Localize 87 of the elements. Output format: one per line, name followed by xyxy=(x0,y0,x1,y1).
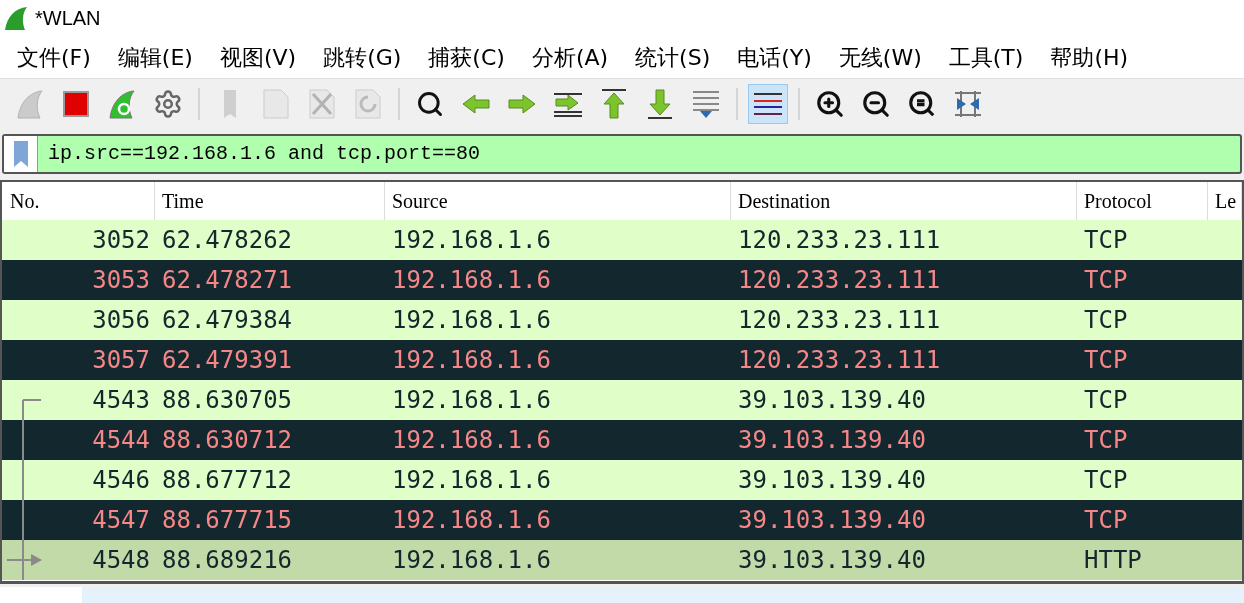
zoom-out-icon xyxy=(861,88,891,119)
table-cell-text: 62.479384 xyxy=(161,305,294,336)
up-arrow-icon xyxy=(600,87,628,120)
packet-row[interactable]: 4544 88.630712 192.168.1.6 39.103.139.40 TCP xyxy=(2,420,1242,460)
table-cell-text: 192.168.1.6 xyxy=(391,465,552,496)
table-cell-text: 192.168.1.6 xyxy=(391,345,552,376)
table-cell-text: 192.168.1.6 xyxy=(391,425,552,456)
table-cell-text: 62.478271 xyxy=(161,265,294,296)
table-cell-text: 39.103.139.40 xyxy=(737,465,927,496)
table-cell-text: 88.677715 xyxy=(161,505,294,536)
menu-item[interactable]: 统计(S) xyxy=(626,40,720,74)
table-cell-text: 4543 xyxy=(91,385,151,416)
table-cell-text: TCP xyxy=(1083,305,1129,336)
menu-item[interactable]: 分析(A) xyxy=(522,40,618,74)
table-cell-text: 192.168.1.6 xyxy=(391,385,552,416)
table-cell-text: 192.168.1.6 xyxy=(391,305,552,336)
down-arrow-icon xyxy=(646,87,674,120)
table-cell-text: 3052 xyxy=(91,225,151,256)
table-cell-text: 39.103.139.40 xyxy=(737,385,927,416)
packet-row[interactable]: 4547 88.677715 192.168.1.6 39.103.139.40 TCP xyxy=(2,500,1242,540)
table-cell-text: TCP xyxy=(1083,465,1129,496)
table-cell-text: 62.478262 xyxy=(161,225,294,256)
colored-lines-icon xyxy=(753,90,783,117)
packet-row[interactable]: 3052 62.478262 192.168.1.6 120.233.23.111 TCP xyxy=(2,220,1242,260)
search-icon xyxy=(416,89,444,118)
table-cell-text: 88.689216 xyxy=(161,545,294,576)
table-cell-text: TCP xyxy=(1083,225,1129,256)
zoom-in-icon xyxy=(815,88,845,119)
table-cell-text: TCP xyxy=(1083,265,1129,296)
table-cell-text: 88.630705 xyxy=(161,385,294,416)
packet-row[interactable]: 4548 88.689216 192.168.1.6 39.103.139.40 HTTP xyxy=(2,540,1242,580)
menu-item[interactable]: 电话(Y) xyxy=(728,40,821,74)
stop-icon xyxy=(62,89,90,118)
table-cell-text: 4547 xyxy=(91,505,151,536)
lines-triangle-icon xyxy=(691,88,721,119)
right-arrow-icon xyxy=(507,92,537,115)
packet-row[interactable]: 4543 88.630705 192.168.1.6 39.103.139.40 TCP xyxy=(2,380,1242,420)
table-cell-text: TCP xyxy=(1083,505,1129,536)
bookmark-icon xyxy=(12,140,29,168)
shark-fin-icon xyxy=(14,87,46,120)
table-cell-text: 3053 xyxy=(91,265,151,296)
table-cell-text: 120.233.23.111 xyxy=(737,305,942,336)
packet-row[interactable]: 4546 88.677712 192.168.1.6 39.103.139.40 TCP xyxy=(2,460,1242,500)
file-circle-arrow-icon xyxy=(353,87,383,120)
table-cell-text: 88.630712 xyxy=(161,425,294,456)
table-cell-text: 120.233.23.111 xyxy=(737,345,942,376)
menu-item[interactable]: 捕获(C) xyxy=(419,40,514,74)
table-cell-text: 4544 xyxy=(91,425,151,456)
settings-icon xyxy=(153,88,183,119)
window-title: *WLAN xyxy=(35,6,101,31)
bookmark-button[interactable] xyxy=(4,136,38,172)
table-cell-text: 192.168.1.6 xyxy=(391,545,552,576)
table-cell-text: 39.103.139.40 xyxy=(737,545,927,576)
table-cell-text: 120.233.23.111 xyxy=(737,265,942,296)
menu-item[interactable]: 视图(V) xyxy=(210,40,306,74)
table-cell-text: TCP xyxy=(1083,345,1129,376)
toolbar-button[interactable] xyxy=(748,83,788,124)
table-cell-text: TCP xyxy=(1083,425,1129,456)
menu-item[interactable]: 文件(F) xyxy=(8,40,100,74)
zoom-equal-icon xyxy=(907,88,937,119)
packet-row[interactable]: 3056 62.479384 192.168.1.6 120.233.23.111 TCP xyxy=(2,300,1242,340)
table-cell-text: 88.677712 xyxy=(161,465,294,496)
file-cross-icon xyxy=(307,87,337,120)
table-cell-text: 3056 xyxy=(91,305,151,336)
packet-row[interactable]: 3057 62.479391 192.168.1.6 120.233.23.111 TCP xyxy=(2,340,1242,380)
packet-row[interactable]: 3053 62.478271 192.168.1.6 120.233.23.111 TCP xyxy=(2,260,1242,300)
table-cell-text: 4548 xyxy=(91,545,151,576)
table-cell-text: 62.479391 xyxy=(161,345,294,376)
table-cell-text: HTTP xyxy=(1083,545,1143,576)
table-cell-text: 120.233.23.111 xyxy=(737,225,942,256)
menu-item[interactable]: 工具(T) xyxy=(939,40,1033,74)
menu-item[interactable]: 帮助(H) xyxy=(1041,40,1138,74)
table-cell-text: 4546 xyxy=(91,465,151,496)
table-cell-text: 3057 xyxy=(91,345,151,376)
menu-item[interactable]: 无线(W) xyxy=(829,40,931,74)
column-resize-icon xyxy=(953,88,983,119)
app-fin-icon xyxy=(3,5,29,31)
table-cell-text: TCP xyxy=(1083,385,1129,416)
menu-item[interactable]: 编辑(E) xyxy=(108,40,202,74)
table-cell-text: 192.168.1.6 xyxy=(391,225,552,256)
table-cell-text: 39.103.139.40 xyxy=(737,505,927,536)
table-cell-text: 192.168.1.6 xyxy=(391,265,552,296)
table-cell-text: 192.168.1.6 xyxy=(391,505,552,536)
table-cell-text: 39.103.139.40 xyxy=(737,425,927,456)
shark-fin-icon xyxy=(106,87,138,120)
menu-item[interactable]: 跳转(G) xyxy=(314,40,411,74)
left-arrow-icon xyxy=(461,92,491,115)
